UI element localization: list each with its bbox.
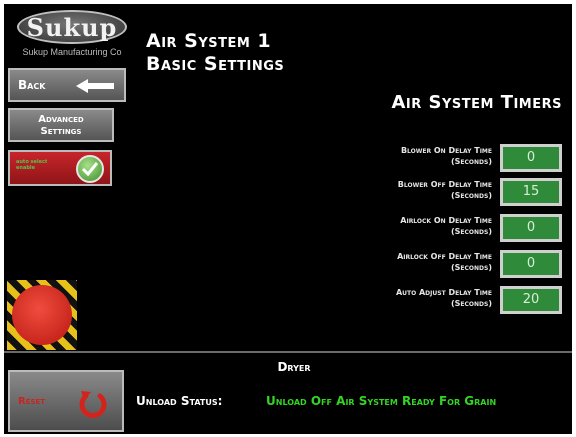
checkmark-icon	[76, 155, 104, 183]
timers-title: Air System Timers	[391, 92, 562, 113]
page-title: Air System 1 Basic Settings	[146, 30, 284, 76]
timer-label: Airlock On Delay Time (Seconds)	[400, 215, 492, 237]
blower-on-delay-input[interactable]: 0	[500, 144, 562, 172]
auto-enable-button[interactable]: auto select enable	[8, 150, 112, 186]
timer-label-text: Airlock On Delay Time	[400, 216, 492, 225]
timer-label: Auto Adjust Delay Time (Seconds)	[396, 287, 492, 309]
timer-row-airlock-off: Airlock Off Delay Time (Seconds) 0	[206, 250, 566, 280]
timer-unit-text: (Seconds)	[451, 157, 492, 166]
advanced-settings-line-1: Advanced	[38, 114, 84, 125]
timer-label-text: Auto Adjust Delay Time	[395, 288, 492, 297]
hmi-screen: Sukup Sukup Manufacturing Co Air System …	[4, 4, 572, 434]
reset-button[interactable]: Reset	[8, 370, 124, 432]
unload-status-value: Unload Off Air System Ready for Grain	[266, 394, 497, 408]
back-button-label: Back	[18, 78, 46, 92]
blower-off-delay-input[interactable]: 15	[500, 178, 562, 206]
dryer-label: Dryer	[277, 360, 311, 374]
timer-label: Blower On Delay Time (Seconds)	[401, 145, 492, 167]
timer-unit-text: (Seconds)	[451, 191, 492, 200]
timer-label-text: Airlock Off Delay Time	[397, 252, 492, 261]
airlock-off-delay-input[interactable]: 0	[500, 250, 562, 278]
advanced-settings-line-2: Settings	[40, 126, 82, 137]
timer-row-airlock-on: Airlock On Delay Time (Seconds) 0	[206, 214, 566, 244]
logo-tagline: Sukup Manufacturing Co	[22, 47, 122, 57]
reset-circular-arrow-icon	[78, 388, 108, 422]
logo-oval: Sukup	[17, 10, 127, 44]
timer-row-blower-on: Blower On Delay Time (Seconds) 0	[206, 144, 566, 174]
sukup-logo: Sukup Sukup Manufacturing Co	[12, 10, 132, 70]
timer-unit-text: (Seconds)	[451, 299, 492, 308]
title-line-2: Basic Settings	[146, 53, 285, 75]
timer-row-blower-off: Blower Off Delay Time (Seconds) 15	[206, 178, 566, 208]
emergency-stop-icon	[12, 285, 72, 345]
timer-unit-text: (Seconds)	[451, 263, 492, 272]
unload-status-label: Unload Status:	[136, 394, 223, 408]
back-button[interactable]: Back	[8, 68, 126, 102]
back-arrow-icon	[74, 78, 116, 98]
logo-word: Sukup	[26, 13, 118, 42]
auto-enable-text: auto select enable	[16, 159, 48, 171]
advanced-settings-button[interactable]: Advanced Settings	[8, 108, 114, 142]
title-line-1: Air System 1	[146, 30, 272, 52]
timer-row-auto-adjust: Auto Adjust Delay Time (Seconds) 20	[206, 286, 566, 316]
auto-adjust-delay-input[interactable]: 20	[500, 286, 562, 314]
timer-unit-text: (Seconds)	[451, 227, 492, 236]
timer-label: Blower Off Delay Time (Seconds)	[398, 179, 492, 201]
airlock-on-delay-input[interactable]: 0	[500, 214, 562, 242]
timer-label-text: Blower Off Delay Time	[397, 180, 492, 189]
timer-label: Airlock Off Delay Time (Seconds)	[397, 251, 492, 273]
timer-label-text: Blower On Delay Time	[400, 146, 492, 155]
emergency-stop-button[interactable]	[7, 280, 77, 350]
footer-divider	[4, 351, 572, 353]
reset-button-label: Reset	[18, 396, 46, 407]
